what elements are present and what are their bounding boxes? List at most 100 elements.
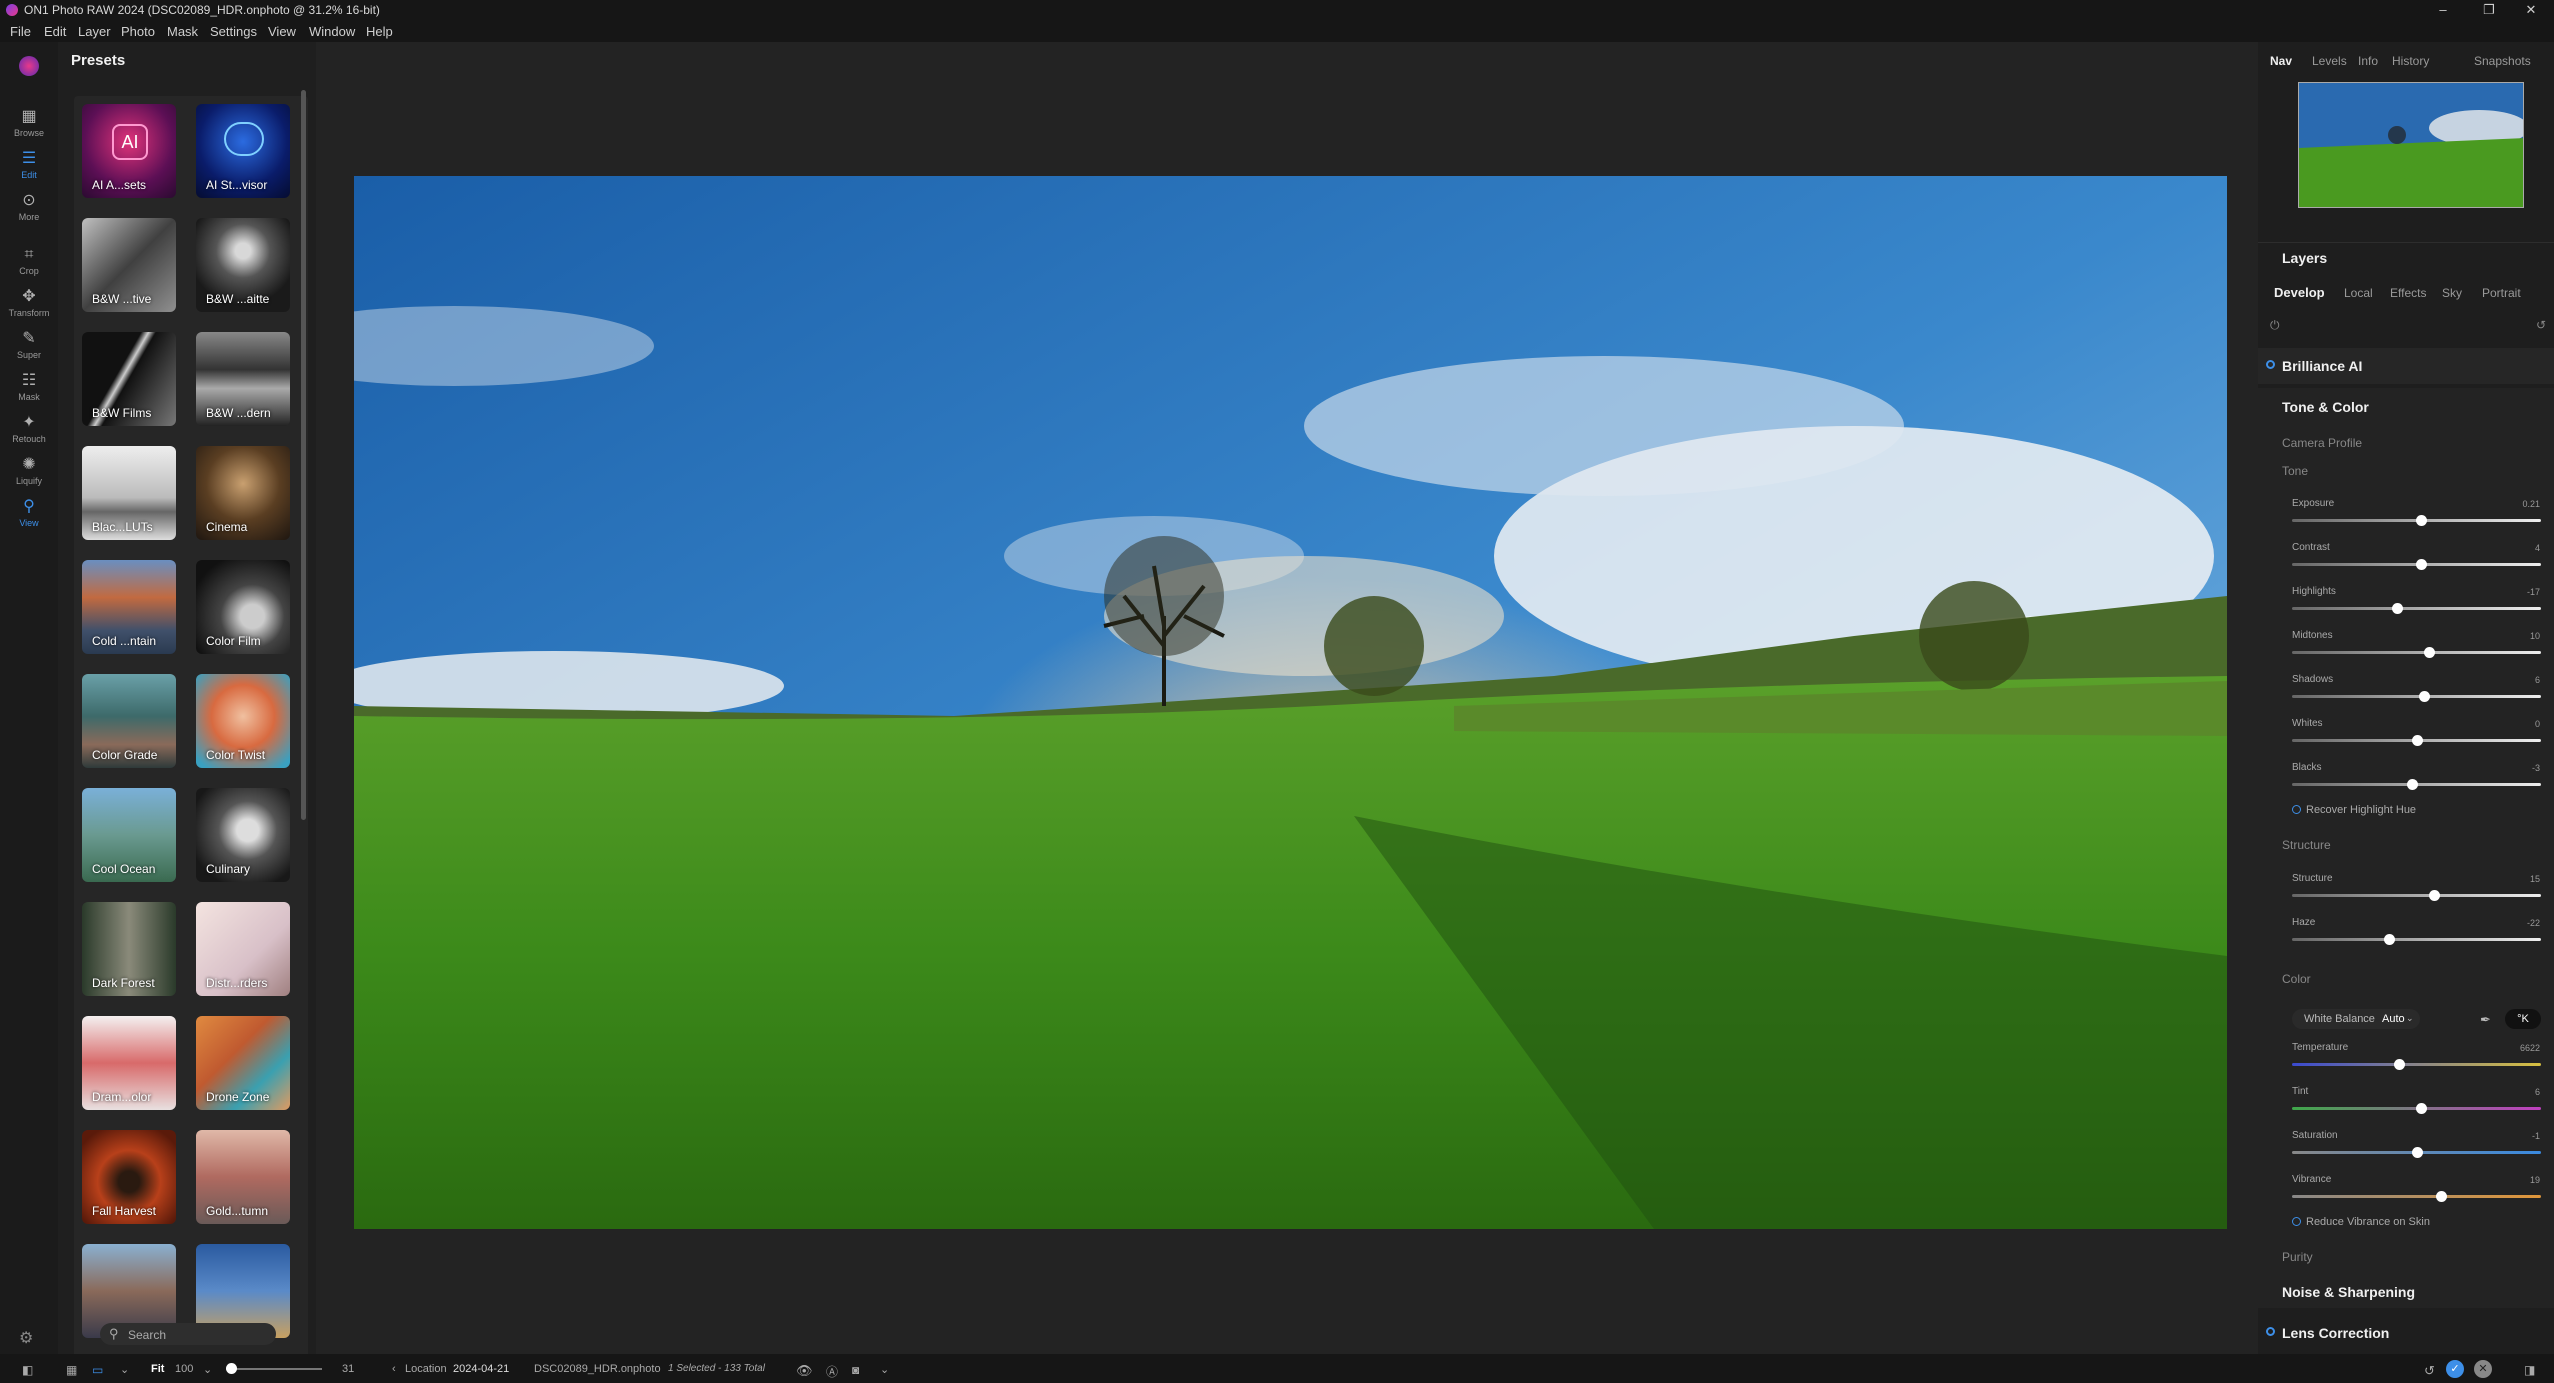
thumb-size-slider[interactable] bbox=[226, 1368, 322, 1370]
preset-tile[interactable]: B&W Films bbox=[82, 332, 176, 426]
undo-icon[interactable]: ↺ bbox=[2424, 1363, 2435, 1379]
kelvin-toggle[interactable]: °K bbox=[2505, 1009, 2541, 1029]
slider-knob[interactable] bbox=[2418, 691, 2430, 702]
slider-value[interactable]: -17 bbox=[2500, 587, 2540, 597]
tool-retouch[interactable]: ✦ Retouch bbox=[4, 414, 54, 444]
camera-profile-label[interactable]: Camera Profile bbox=[2282, 436, 2362, 450]
back-chevron-icon[interactable]: ‹ bbox=[392, 1363, 396, 1375]
slider-track[interactable] bbox=[2292, 607, 2541, 610]
slider-track[interactable] bbox=[2292, 894, 2541, 897]
menu-settings[interactable]: Settings bbox=[210, 24, 257, 39]
tool-edit[interactable]: ☰ Edit bbox=[4, 150, 54, 180]
tool-super[interactable]: ✎ Super bbox=[4, 330, 54, 360]
close-button[interactable]: ✕ bbox=[2516, 2, 2546, 18]
preset-tile[interactable]: AI St...visor bbox=[196, 104, 290, 198]
eye-icon[interactable]: 👁 bbox=[796, 1363, 813, 1379]
preset-tile[interactable]: Cool Ocean bbox=[82, 788, 176, 882]
white-balance-dropdown[interactable]: White Balance Auto ⌄ bbox=[2292, 1009, 2420, 1029]
power-icon[interactable]: ⏻ bbox=[2270, 318, 2280, 333]
slider-value[interactable]: 6 bbox=[2500, 1087, 2540, 1097]
tool-liquify[interactable]: ✺ Liquify bbox=[4, 456, 54, 486]
preset-tile[interactable]: Fall Harvest bbox=[82, 1130, 176, 1224]
date-label[interactable]: 2024-04-21 bbox=[453, 1363, 509, 1375]
slider-value[interactable]: 6622 bbox=[2500, 1043, 2540, 1053]
maximize-button[interactable]: ❐ bbox=[2474, 2, 2504, 18]
brilliance-toggle-icon[interactable] bbox=[2266, 360, 2275, 369]
main-photo[interactable] bbox=[354, 176, 2227, 1229]
preset-tile[interactable]: Dram...olor bbox=[82, 1016, 176, 1110]
cancel-x-icon[interactable]: ✕ bbox=[2474, 1360, 2492, 1378]
slider-knob[interactable] bbox=[2406, 779, 2418, 790]
menu-mask[interactable]: Mask bbox=[167, 24, 198, 39]
slider-track[interactable] bbox=[2292, 1195, 2541, 1198]
thumb-size-knob[interactable] bbox=[226, 1363, 237, 1374]
lens-correction-title[interactable]: Lens Correction bbox=[2282, 1325, 2389, 1341]
slider-knob[interactable] bbox=[2411, 735, 2423, 746]
single-view-icon[interactable]: ▭ bbox=[92, 1363, 103, 1377]
tab-levels[interactable]: Levels bbox=[2312, 54, 2347, 68]
view-chevron-icon[interactable]: ⌄ bbox=[120, 1363, 129, 1376]
tool-view[interactable]: ⚲ View bbox=[4, 498, 54, 528]
tool-browse[interactable]: ▦ Browse bbox=[4, 108, 54, 138]
tab-effects[interactable]: Effects bbox=[2390, 286, 2426, 300]
preset-tile[interactable]: B&W ...tive bbox=[82, 218, 176, 312]
slider-value[interactable]: -3 bbox=[2500, 763, 2540, 773]
tab-sky[interactable]: Sky bbox=[2442, 286, 2462, 300]
preset-tile[interactable]: Color Film bbox=[196, 560, 290, 654]
tool-crop[interactable]: ⌗ Crop bbox=[4, 246, 54, 276]
presets-search-input[interactable]: ⚲ Search bbox=[100, 1323, 276, 1345]
tool-transform[interactable]: ✥ Transform bbox=[4, 288, 54, 318]
preset-tile[interactable]: Distr...rders bbox=[196, 902, 290, 996]
recover-highlight-hue-checkbox[interactable]: Recover Highlight Hue bbox=[2292, 804, 2416, 816]
presets-scrollbar[interactable] bbox=[301, 90, 306, 820]
slider-knob[interactable] bbox=[2391, 603, 2403, 614]
overlay-chevron-icon[interactable]: ⌄ bbox=[880, 1363, 889, 1376]
tab-history[interactable]: History bbox=[2392, 54, 2429, 68]
tab-snapshots[interactable]: Snapshots bbox=[2474, 54, 2531, 68]
color-group-label[interactable]: Color bbox=[2282, 972, 2311, 986]
preset-tile[interactable]: Cinema bbox=[196, 446, 290, 540]
slider-knob[interactable] bbox=[2411, 1147, 2423, 1158]
navigator-thumbnail[interactable] bbox=[2298, 82, 2524, 208]
menu-photo[interactable]: Photo bbox=[121, 24, 155, 39]
tool-mask[interactable]: ☷ Mask bbox=[4, 372, 54, 402]
zoom-chevron-icon[interactable]: ⌄ bbox=[203, 1363, 212, 1376]
preset-tile[interactable]: Blac...LUTs bbox=[82, 446, 176, 540]
slider-value[interactable]: -1 bbox=[2500, 1131, 2540, 1141]
preset-tile[interactable]: Gold...tumn bbox=[196, 1130, 290, 1224]
reset-icon[interactable]: ↺ bbox=[2536, 318, 2546, 332]
menu-window[interactable]: Window bbox=[309, 24, 355, 39]
slider-track[interactable] bbox=[2292, 651, 2541, 654]
grid-view-icon[interactable]: ▦ bbox=[66, 1363, 77, 1377]
slider-knob[interactable] bbox=[2394, 1059, 2406, 1070]
slider-value[interactable]: 19 bbox=[2500, 1175, 2540, 1185]
preset-tile[interactable]: AI AI A...sets bbox=[82, 104, 176, 198]
tone-group-label[interactable]: Tone bbox=[2282, 464, 2308, 478]
preset-tile[interactable]: Color Grade bbox=[82, 674, 176, 768]
preset-tile[interactable]: Color Twist bbox=[196, 674, 290, 768]
slider-knob[interactable] bbox=[2428, 890, 2440, 901]
fit-button[interactable]: Fit bbox=[151, 1363, 164, 1375]
zoom-value[interactable]: 100 bbox=[175, 1363, 193, 1375]
menu-layer[interactable]: Layer bbox=[78, 24, 111, 39]
structure-group-label[interactable]: Structure bbox=[2282, 838, 2331, 852]
noise-sharpening-title[interactable]: Noise & Sharpening bbox=[2282, 1284, 2415, 1300]
menu-help[interactable]: Help bbox=[366, 24, 393, 39]
tab-develop[interactable]: Develop bbox=[2274, 285, 2325, 300]
camera-icon[interactable]: ◙ bbox=[852, 1363, 859, 1377]
menu-view[interactable]: View bbox=[268, 24, 296, 39]
slider-value[interactable]: 4 bbox=[2500, 543, 2540, 553]
menu-file[interactable]: File bbox=[10, 24, 31, 39]
apply-check-icon[interactable]: ✓ bbox=[2446, 1360, 2464, 1378]
preset-tile[interactable]: B&W ...aitte bbox=[196, 218, 290, 312]
minimize-button[interactable]: – bbox=[2428, 2, 2458, 18]
preset-tile[interactable]: Drone Zone bbox=[196, 1016, 290, 1110]
reduce-vibrance-checkbox[interactable]: Reduce Vibrance on Skin bbox=[2292, 1216, 2430, 1228]
brilliance-title[interactable]: Brilliance AI bbox=[2282, 358, 2362, 374]
slider-knob[interactable] bbox=[2423, 647, 2435, 658]
slider-value[interactable]: 15 bbox=[2500, 874, 2540, 884]
slider-track[interactable] bbox=[2292, 695, 2541, 698]
preset-tile[interactable]: Cold ...ntain bbox=[82, 560, 176, 654]
tab-nav[interactable]: Nav bbox=[2270, 54, 2292, 68]
slider-value[interactable]: 0.21 bbox=[2500, 499, 2540, 509]
